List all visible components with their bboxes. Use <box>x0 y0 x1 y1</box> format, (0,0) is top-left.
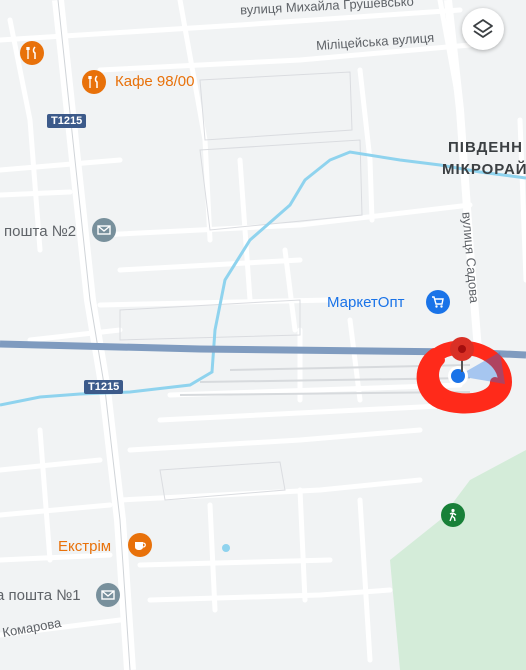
marketopt-label[interactable]: МаркетОпт <box>327 294 404 311</box>
red-pin-marker[interactable] <box>450 337 474 372</box>
fork-knife-icon <box>26 46 36 59</box>
marketopt-pin[interactable] <box>426 290 450 314</box>
hiker-icon <box>449 508 457 522</box>
restaurant-pin[interactable] <box>20 41 44 65</box>
post-office-1-label[interactable]: а пошта №1 <box>0 587 81 604</box>
cafe-pin[interactable] <box>82 70 106 94</box>
post-office-2-pin[interactable] <box>92 218 116 242</box>
cafe-label[interactable]: Кафе 98/00 <box>115 73 194 90</box>
layers-icon <box>473 19 493 38</box>
highway-shield-t1215-lower: T1215 <box>84 380 124 394</box>
post-office-2-label[interactable]: пошта №2 <box>4 223 76 240</box>
ekstrim-label[interactable]: Екстрім <box>58 538 111 555</box>
cart-icon <box>432 296 444 308</box>
highway-shield-t1215: T1215 <box>47 114 87 128</box>
ekstrim-pin[interactable] <box>128 533 152 557</box>
park-pin[interactable] <box>441 503 465 527</box>
post-office-1-pin[interactable] <box>96 583 120 607</box>
map-canvas[interactable] <box>0 0 526 670</box>
fork-knife-icon <box>88 75 98 88</box>
coffee-cup-icon <box>135 542 146 550</box>
envelope-icon <box>97 225 111 235</box>
layers-button[interactable] <box>462 8 504 50</box>
district-label-line2: МІКРОРАЙ <box>442 161 526 178</box>
small-poi-dot <box>222 544 230 552</box>
district-label-line1: ПІВДЕНН <box>448 139 523 156</box>
envelope-icon <box>101 590 115 600</box>
